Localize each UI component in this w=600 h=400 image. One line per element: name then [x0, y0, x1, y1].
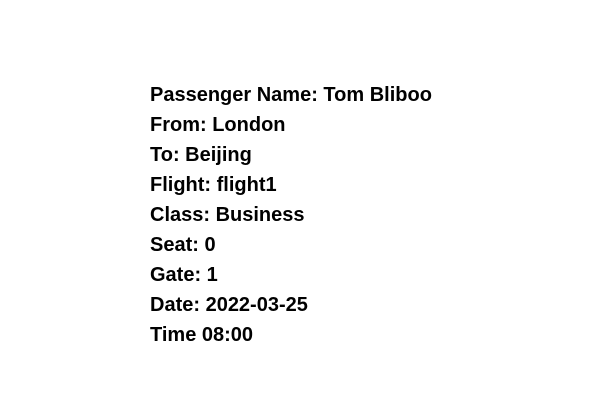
seat-line: Seat: 0 [150, 234, 216, 256]
boarding-pass-details: Passenger Name: Tom Bliboo From: London … [150, 80, 432, 350]
gate-line: Gate: 1 [150, 264, 218, 286]
date-line: Date: 2022-03-25 [150, 294, 308, 316]
flight-line: Flight: flight1 [150, 174, 277, 196]
class-line: Class: Business [150, 204, 305, 226]
destination-line: To: Beijing [150, 144, 252, 166]
passenger-name-line: Passenger Name: Tom Bliboo [150, 84, 432, 106]
time-line: Time 08:00 [150, 324, 254, 346]
origin-line: From: London [150, 114, 286, 136]
